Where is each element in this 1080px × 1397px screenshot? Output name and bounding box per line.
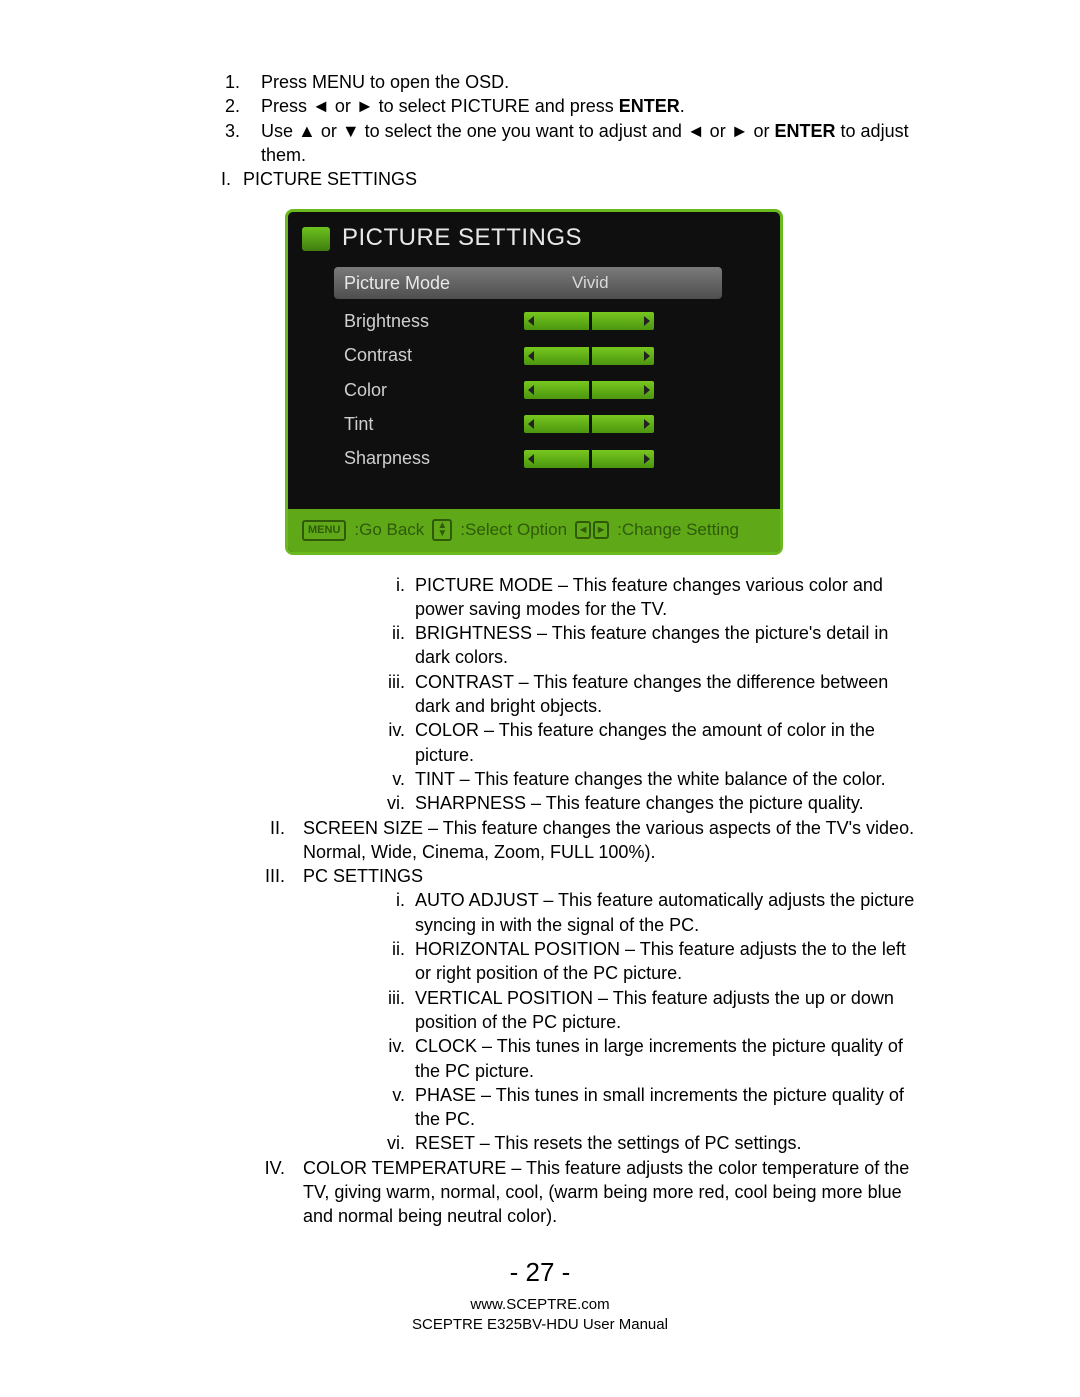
left-right-icon: ◄►: [575, 521, 609, 539]
step-2: 2. Press ◄ or ► to select PICTURE and pr…: [225, 94, 925, 118]
section-IV: IV.COLOR TEMPERATURE – This feature adju…: [155, 1156, 925, 1229]
sharpness-slider[interactable]: [524, 450, 654, 468]
step-1: 1. Press MENU to open the OSD.: [225, 70, 925, 94]
osd-footer: MENU :Go Back ▲▼ :Select Option ◄► :Chan…: [288, 509, 780, 552]
pc-settings-list: i.AUTO ADJUST – This feature automatical…: [155, 888, 925, 1155]
page-number: - 27 -: [0, 1255, 1080, 1290]
section-III: III.PC SETTINGS: [155, 864, 925, 888]
picture-mode-value: Vivid: [572, 272, 712, 295]
osd-row-sharpness[interactable]: Sharpness: [344, 446, 760, 470]
page-footer: - 27 - www.SCEPTRE.com SCEPTRE E325BV-HD…: [0, 1255, 1080, 1335]
osd-title: PICTURE SETTINGS: [342, 222, 582, 254]
osd-header: PICTURE SETTINGS: [288, 212, 780, 262]
picture-icon: [302, 227, 330, 251]
instruction-list: 1. Press MENU to open the OSD. 2. Press …: [225, 70, 925, 167]
footer-manual: SCEPTRE E325BV-HDU User Manual: [0, 1315, 1080, 1335]
osd-row-contrast[interactable]: Contrast: [344, 343, 760, 367]
contrast-slider[interactable]: [524, 347, 654, 365]
step-3: 3. Use ▲ or ▼ to select the one you want…: [225, 119, 925, 168]
picture-settings-list: i.PICTURE MODE – This feature changes va…: [155, 573, 925, 816]
color-slider[interactable]: [524, 381, 654, 399]
tint-slider[interactable]: [524, 415, 654, 433]
osd-row-tint[interactable]: Tint: [344, 412, 760, 436]
section-I: I. PICTURE SETTINGS: [155, 167, 925, 191]
footer-url: www.SCEPTRE.com: [0, 1295, 1080, 1315]
section-II: II.SCREEN SIZE – This feature changes th…: [155, 816, 925, 865]
osd-row-picture-mode[interactable]: Picture Mode Vivid: [334, 267, 722, 299]
menu-icon: MENU: [302, 520, 346, 541]
osd-row-brightness[interactable]: Brightness: [344, 309, 760, 333]
brightness-slider[interactable]: [524, 312, 654, 330]
manual-page: 1. Press MENU to open the OSD. 2. Press …: [0, 0, 1080, 1289]
up-down-icon: ▲▼: [432, 519, 452, 541]
osd-row-color[interactable]: Color: [344, 378, 760, 402]
osd-rows: Picture Mode Vivid Brightness Contrast C…: [288, 263, 780, 509]
osd-panel: PICTURE SETTINGS Picture Mode Vivid Brig…: [285, 209, 783, 554]
